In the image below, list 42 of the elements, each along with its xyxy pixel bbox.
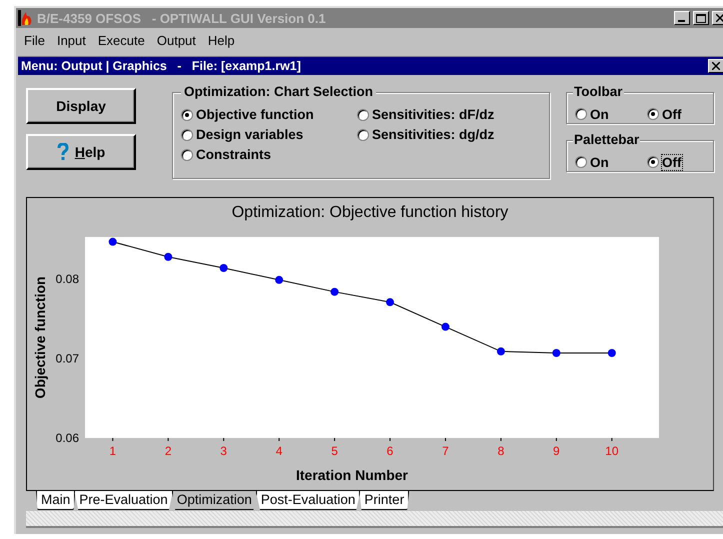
radio-option[interactable]: Constraints	[181, 147, 357, 162]
group-title: Optimization: Chart Selection	[181, 84, 376, 99]
radio-option[interactable]: On	[575, 153, 647, 171]
menu-item[interactable]: Input	[50, 32, 92, 48]
window-title: B/E-4359 OFSOS - OPTIWALL GUI Version 0.1	[37, 10, 327, 26]
x-tick-label: 4	[276, 444, 282, 458]
radio-option[interactable]: Off	[647, 153, 709, 171]
x-tick-label: 1	[109, 444, 116, 458]
radio-option[interactable]: On	[575, 105, 647, 123]
tab[interactable]: Printer	[359, 491, 410, 510]
menu-item[interactable]: Help	[202, 32, 241, 48]
radio-option[interactable]: Off	[647, 105, 709, 123]
x-tick-label: 5	[331, 444, 338, 458]
y-axis-title: Objective function	[32, 276, 48, 399]
x-tick-label: 8	[498, 444, 504, 458]
chart-title: Optimization: Objective function history	[230, 204, 510, 223]
x-tick-label: 6	[386, 444, 394, 458]
help-button[interactable]: Help	[26, 134, 136, 170]
group-title: Toolbar	[573, 84, 624, 99]
menu-item[interactable]: Output	[150, 32, 202, 48]
y-tick-label: 0.06	[56, 431, 79, 445]
radio-option[interactable]: Design variables	[181, 127, 357, 142]
tab[interactable]: Main	[36, 491, 76, 510]
radio-option[interactable]: Objective function	[181, 107, 357, 122]
y-tick-label: 0.07	[56, 352, 79, 366]
x-tick-label: 7	[442, 444, 449, 458]
x-tick-label: 2	[164, 444, 172, 458]
menu-item[interactable]: File	[18, 32, 51, 48]
x-axis-title: Iteration Number	[296, 467, 408, 483]
child-window-title: Menu: Output | Graphics - File: [examp1.rw1]	[21, 59, 302, 73]
x-tick-label: 10	[605, 444, 619, 458]
y-tick-label: 0.08	[56, 272, 79, 286]
x-tick-label: 9	[553, 444, 560, 458]
x-tick-label: 3	[220, 444, 227, 458]
radio-option[interactable]: Sensitivities: dF/dz	[357, 107, 543, 122]
tab[interactable]: Post-Evaluation	[256, 491, 360, 510]
display-button[interactable]: Display	[26, 88, 136, 124]
menu-item[interactable]: Execute	[92, 32, 151, 48]
tab[interactable]: Optimization	[172, 491, 257, 510]
radio-option[interactable]: Sensitivities: dg/dz	[357, 127, 543, 142]
tab[interactable]: Pre-Evaluation	[74, 491, 173, 510]
group-title: Palettebar	[573, 132, 640, 147]
